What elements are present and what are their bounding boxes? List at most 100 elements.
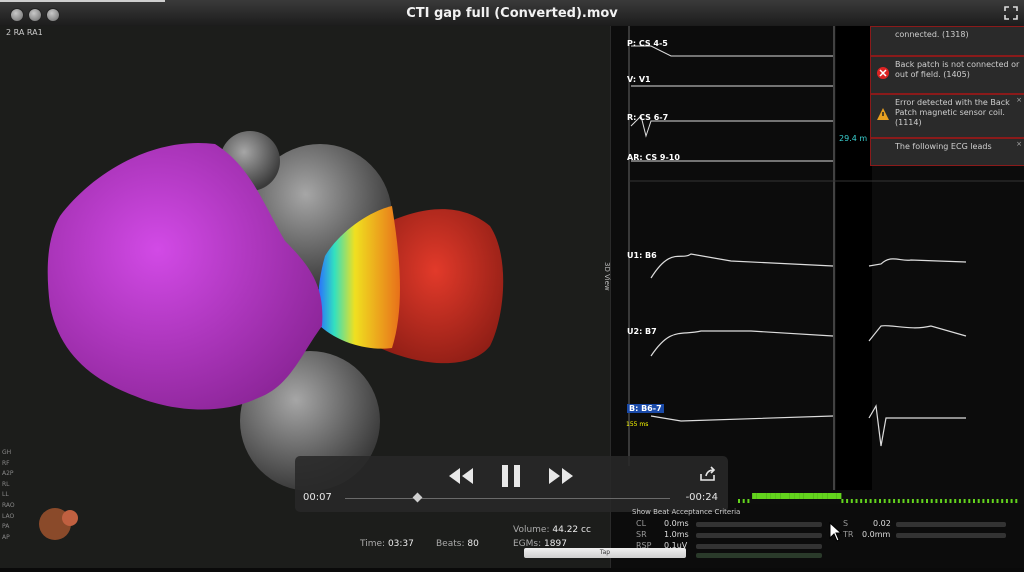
view-button-1[interactable]: RF <box>2 459 15 470</box>
trace-label-5: U1: B6 <box>627 251 657 260</box>
alert-3-text: Error detected with the Back Patch magne… <box>895 98 1010 127</box>
title-bar: CTI gap full (Converted).mov <box>0 0 1024 27</box>
beat-marker <box>949 499 952 503</box>
beat-marker <box>963 499 966 503</box>
criteria-tr-label: TR <box>843 530 854 539</box>
criteria-sr-value: 1.0ms <box>664 530 689 539</box>
volume-stat: Volume: 44.22 cc <box>513 525 591 535</box>
view-button-6[interactable]: LAO <box>2 512 15 523</box>
beat-marker <box>803 493 809 499</box>
beat-marker <box>991 499 994 503</box>
beat-criteria-header[interactable]: Show Beat Acceptance Criteria <box>632 508 740 516</box>
beat-marker <box>855 499 858 503</box>
beat-marker <box>766 493 771 499</box>
beat-marker <box>794 493 800 499</box>
rewind-icon[interactable] <box>447 466 475 486</box>
beat-marker <box>827 493 832 499</box>
alert-2: Back patch is not connected or out of fi… <box>870 56 1024 94</box>
alert-1: connected. (1318) <box>870 26 1024 56</box>
share-icon[interactable] <box>699 466 717 482</box>
trace-label-4: AR: CS 9-10 <box>627 153 680 162</box>
beat-marker <box>846 499 849 503</box>
view-button-7[interactable]: PA <box>2 522 15 533</box>
beat-marker <box>1010 499 1013 503</box>
criteria-extra-slider[interactable] <box>696 553 822 558</box>
beat-marker <box>799 493 804 499</box>
load-progress <box>0 0 165 2</box>
beat-markers <box>738 493 1018 503</box>
beat-marker <box>761 493 767 499</box>
beat-marker <box>808 493 814 499</box>
beat-marker <box>860 499 863 503</box>
beat-marker <box>944 499 947 503</box>
criteria-tr-slider[interactable] <box>896 533 1006 538</box>
alert-4: The following ECG leads × <box>870 138 1024 166</box>
alert-3: Error detected with the Back Patch magne… <box>870 94 1024 138</box>
beat-marker <box>785 493 790 499</box>
beat-marker <box>1005 499 1008 503</box>
close-alert-icon[interactable]: × <box>1016 140 1022 148</box>
criteria-sr-label: SR <box>636 530 647 539</box>
alert-4-text: The following ECG leads <box>895 142 992 151</box>
view-button-5[interactable]: RAO <box>2 501 15 512</box>
beat-marker <box>982 499 985 503</box>
criteria-rsp-slider[interactable] <box>696 544 822 549</box>
beat-marker <box>940 499 943 503</box>
view-button-4[interactable]: LL <box>2 490 15 501</box>
beat-marker <box>775 493 781 499</box>
trace-label-3: R: CS 6-7 <box>627 113 669 122</box>
trace-label-1: P: CS 4-5 <box>627 39 668 48</box>
beat-marker <box>832 493 837 499</box>
criteria-s-value: 0.02 <box>873 519 891 528</box>
beat-marker <box>822 493 828 499</box>
beat-marker <box>968 499 971 503</box>
view-button-0[interactable]: GH <box>2 448 15 459</box>
beat-marker <box>780 493 785 499</box>
beat-marker <box>1001 499 1004 503</box>
beat-marker <box>916 499 919 503</box>
criteria-cl-label: CL <box>636 519 647 528</box>
beat-marker <box>888 499 891 503</box>
beat-marker <box>954 499 957 503</box>
criteria-sr-slider[interactable] <box>696 533 822 538</box>
beat-marker <box>879 499 881 503</box>
beat-marker <box>935 499 938 503</box>
beat-marker <box>836 493 842 499</box>
beat-marker <box>911 499 914 503</box>
view-button-3[interactable]: RL <box>2 480 15 491</box>
time-stat: Time: 03:37 <box>360 539 414 549</box>
close-alert-icon[interactable]: × <box>1016 96 1022 104</box>
beat-marker <box>770 493 776 499</box>
player-controls: 00:07 -00:24 <box>295 456 728 512</box>
criteria-tr-value: 0.0mm <box>862 530 891 539</box>
beats-stat: Beats: 80 <box>436 539 479 549</box>
trace-label-6: U2: B7 <box>627 327 657 336</box>
view-buttons: GH RF A2P RL LL RAO LAO PA AP <box>2 448 15 543</box>
alert-2-text: Back patch is not connected or out of fi… <box>895 60 1020 79</box>
view-button-8[interactable]: AP <box>2 533 15 544</box>
beat-marker <box>869 499 872 503</box>
criteria-cl-slider[interactable] <box>696 522 822 527</box>
beat-marker <box>973 499 975 503</box>
criteria-cl-value: 0.0ms <box>664 519 689 528</box>
fullscreen-icon[interactable] <box>1004 6 1018 20</box>
beat-marker <box>841 499 844 503</box>
beat-marker <box>883 499 886 503</box>
remaining-time: -00:24 <box>685 492 718 503</box>
beat-marker <box>902 499 905 503</box>
beat-marker <box>1015 499 1018 503</box>
tap-button[interactable]: Tap <box>524 548 686 558</box>
scrub-handle[interactable] <box>412 492 422 503</box>
timeline-strip[interactable] <box>730 490 1024 504</box>
beat-marker <box>864 499 867 503</box>
alert-panel: connected. (1318) Back patch is not conn… <box>870 26 1024 166</box>
view-button-2[interactable]: A2P <box>2 469 15 480</box>
alert-1-text: connected. (1318) <box>895 30 969 39</box>
beat-marker <box>789 493 795 499</box>
beat-marker <box>752 493 757 499</box>
fast-forward-icon[interactable] <box>547 466 575 486</box>
beat-marker <box>756 493 762 499</box>
pause-icon[interactable] <box>500 464 522 488</box>
scrub-bar[interactable] <box>345 498 670 499</box>
criteria-s-slider[interactable] <box>896 522 1006 527</box>
